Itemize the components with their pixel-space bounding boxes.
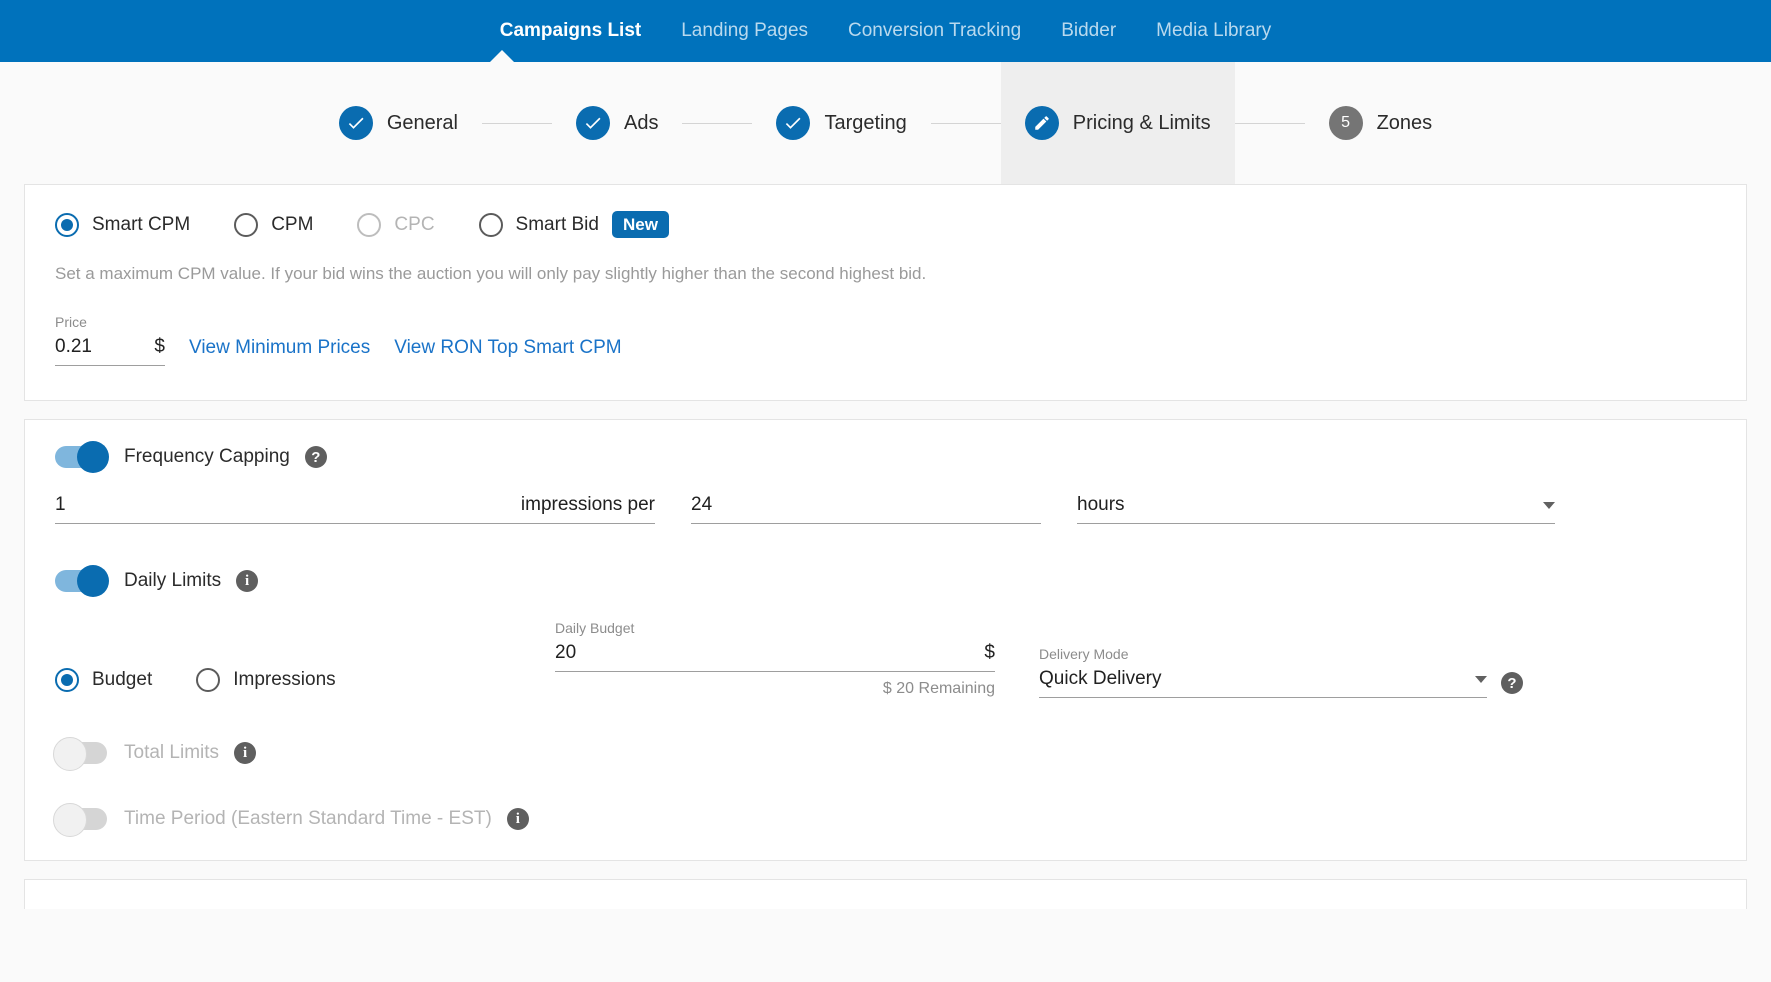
chevron-down-icon[interactable]: [1475, 676, 1487, 683]
delivery-mode-label: Delivery Mode: [1039, 646, 1487, 662]
frequency-capping-fields: 1 impressions per 24 hours: [55, 494, 1716, 524]
radio-icon-cpc: [357, 213, 381, 237]
stepper-label-targeting: Targeting: [824, 112, 906, 135]
pencil-icon: [1025, 106, 1059, 140]
daily-limit-type-radio-group: Budget Impressions: [55, 668, 555, 698]
daily-limits-fields: Budget Impressions Daily Budget 20 $ $ 2…: [55, 620, 1716, 698]
radio-icon-smart-cpm[interactable]: [55, 213, 79, 237]
frequency-impressions-suffix: impressions per: [521, 494, 655, 516]
step-number-badge: 5: [1329, 106, 1363, 140]
help-icon-delivery-mode[interactable]: ?: [1501, 672, 1523, 694]
pricing-model-label-cpm: CPM: [271, 214, 313, 236]
price-currency-symbol: $: [154, 336, 165, 358]
nav-tab-bidder[interactable]: Bidder: [1041, 0, 1136, 62]
delivery-mode-select[interactable]: Delivery Mode Quick Delivery: [1039, 646, 1487, 698]
stepper-label-general: General: [387, 112, 458, 135]
check-icon: [576, 106, 610, 140]
daily-budget-input[interactable]: 20: [555, 642, 974, 664]
daily-limit-type-option-budget[interactable]: Budget: [55, 668, 152, 692]
daily-limits-toggle[interactable]: [55, 570, 107, 592]
check-icon: [776, 106, 810, 140]
daily-limit-type-label-budget: Budget: [92, 669, 152, 691]
frequency-unit-value: hours: [1077, 494, 1535, 516]
stepper-label-pricing-and-limits: Pricing & Limits: [1073, 112, 1211, 135]
frequency-unit-select[interactable]: hours: [1077, 494, 1555, 524]
nav-tab-landing-pages[interactable]: Landing Pages: [661, 0, 828, 62]
view-ron-top-smart-cpm-link[interactable]: View RON Top Smart CPM: [394, 337, 621, 366]
next-card-partial: [24, 879, 1747, 909]
daily-budget-currency-symbol: $: [984, 642, 995, 664]
frequency-period-field[interactable]: 24: [691, 494, 1041, 524]
pricing-model-card: Smart CPM CPM CPC Smart Bid New Set a ma…: [24, 184, 1747, 401]
radio-icon-budget[interactable]: [55, 668, 79, 692]
campaign-wizard-stepper: General Ads Targeting Pricing & Limits 5…: [0, 62, 1771, 184]
stepper-label-ads: Ads: [624, 112, 658, 135]
stepper-step-general[interactable]: General: [315, 62, 482, 184]
pricing-model-description: Set a maximum CPM value. If your bid win…: [55, 264, 1716, 284]
daily-limit-type-option-impressions[interactable]: Impressions: [196, 668, 335, 692]
stepper-step-pricing-and-limits[interactable]: Pricing & Limits: [1001, 62, 1235, 184]
pricing-model-label-cpc: CPC: [394, 214, 434, 236]
time-period-row: Time Period (Eastern Standard Time - EST…: [55, 808, 1716, 830]
new-badge: New: [612, 211, 669, 238]
pricing-model-option-cpc: CPC: [357, 213, 434, 237]
daily-limits-row: Daily Limits i: [55, 570, 1716, 592]
limits-card: Frequency Capping ? 1 impressions per 24…: [24, 419, 1747, 861]
stepper-step-targeting[interactable]: Targeting: [752, 62, 930, 184]
help-icon-frequency-capping[interactable]: ?: [305, 446, 327, 468]
info-icon-total-limits[interactable]: i: [234, 742, 256, 764]
view-minimum-prices-link[interactable]: View Minimum Prices: [189, 337, 370, 366]
total-limits-row: Total Limits i: [55, 742, 1716, 764]
total-limits-toggle[interactable]: [55, 742, 107, 764]
time-period-toggle[interactable]: [55, 808, 107, 830]
time-period-label: Time Period (Eastern Standard Time - EST…: [124, 808, 492, 830]
delivery-mode-value: Quick Delivery: [1039, 668, 1467, 690]
info-icon-daily-limits[interactable]: i: [236, 570, 258, 592]
price-row: Price 0.21 $ View Minimum Prices View RO…: [55, 314, 1716, 366]
pricing-model-label-smart-bid: Smart Bid: [516, 214, 599, 236]
pricing-model-option-cpm[interactable]: CPM: [234, 213, 313, 237]
stepper-step-zones[interactable]: 5 Zones: [1305, 62, 1457, 184]
daily-limits-block: Daily Limits i Budget Impressions Daily …: [55, 570, 1716, 698]
stepper-connector: [931, 123, 1001, 124]
frequency-capping-label: Frequency Capping: [124, 446, 290, 468]
frequency-impressions-field[interactable]: 1 impressions per: [55, 494, 655, 524]
radio-icon-cpm[interactable]: [234, 213, 258, 237]
frequency-period-input[interactable]: 24: [691, 494, 1041, 516]
frequency-capping-row: Frequency Capping ?: [55, 446, 1716, 468]
radio-icon-smart-bid[interactable]: [479, 213, 503, 237]
stepper-connector: [1235, 123, 1305, 124]
price-input[interactable]: 0.21: [55, 336, 144, 358]
stepper-connector: [482, 123, 552, 124]
pricing-model-option-smart-bid[interactable]: Smart Bid New: [479, 211, 669, 238]
step-number: 5: [1341, 114, 1350, 132]
daily-limits-label: Daily Limits: [124, 570, 221, 592]
active-tab-pointer-icon: [489, 50, 515, 63]
daily-budget-remaining: $ 20 Remaining: [555, 680, 995, 698]
price-field-label: Price: [55, 314, 165, 330]
nav-tabs: Campaigns List Landing Pages Conversion …: [480, 0, 1292, 62]
pricing-model-option-smart-cpm[interactable]: Smart CPM: [55, 213, 190, 237]
frequency-impressions-input[interactable]: 1: [55, 494, 511, 516]
daily-budget-field[interactable]: Daily Budget 20 $ $ 20 Remaining: [555, 620, 995, 698]
pricing-model-radio-group: Smart CPM CPM CPC Smart Bid New: [55, 211, 1716, 238]
frequency-capping-toggle[interactable]: [55, 446, 107, 468]
price-field[interactable]: Price 0.21 $: [55, 314, 165, 366]
chevron-down-icon[interactable]: [1543, 502, 1555, 509]
stepper-label-zones: Zones: [1377, 112, 1433, 135]
radio-icon-impressions[interactable]: [196, 668, 220, 692]
info-icon-time-period[interactable]: i: [507, 808, 529, 830]
nav-tab-conversion-tracking[interactable]: Conversion Tracking: [828, 0, 1041, 62]
nav-tab-media-library[interactable]: Media Library: [1136, 0, 1291, 62]
total-limits-label: Total Limits: [124, 742, 219, 764]
check-icon: [339, 106, 373, 140]
stepper-connector: [682, 123, 752, 124]
daily-budget-label: Daily Budget: [555, 620, 995, 636]
stepper-step-ads[interactable]: Ads: [552, 62, 682, 184]
pricing-model-label-smart-cpm: Smart CPM: [92, 214, 190, 236]
top-navigation-bar: Campaigns List Landing Pages Conversion …: [0, 0, 1771, 62]
daily-limit-type-label-impressions: Impressions: [233, 669, 335, 691]
